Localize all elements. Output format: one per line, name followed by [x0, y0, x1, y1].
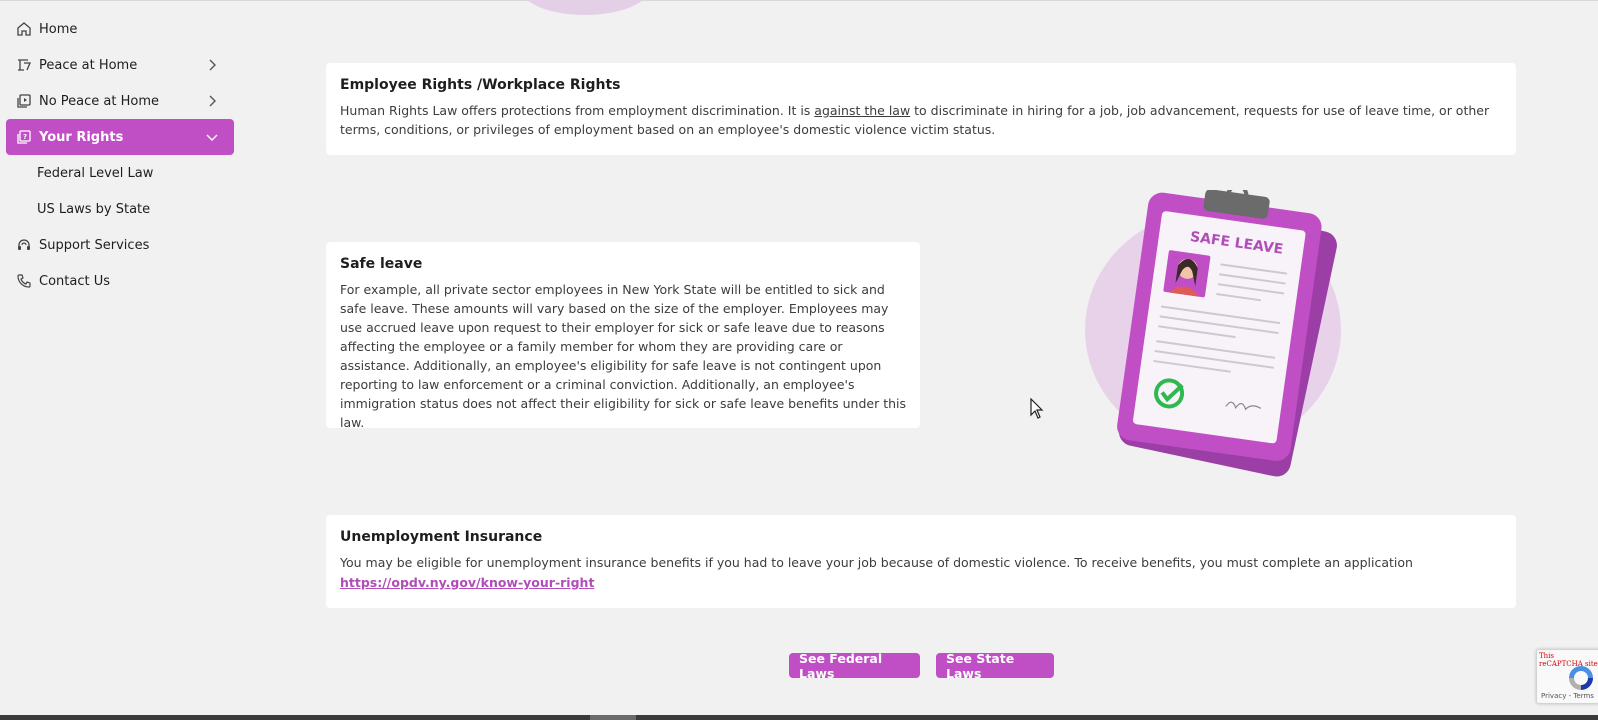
sidebar-item-us-laws-by-state[interactable]: US Laws by State [0, 191, 240, 227]
section-title: Safe leave [340, 256, 423, 272]
sidebar: Home Peace at Home No Peace at Home ? Yo… [0, 11, 240, 299]
peace-icon [15, 56, 33, 74]
sidebar-item-no-peace-at-home[interactable]: No Peace at Home [0, 83, 240, 119]
section-text: You may be eligible for unemployment ins… [340, 555, 1413, 570]
sidebar-item-label: US Laws by State [37, 201, 151, 217]
media-icon [15, 92, 33, 110]
see-federal-laws-button[interactable]: See Federal Laws [789, 651, 920, 681]
sidebar-item-federal-level-law[interactable]: Federal Level Law [0, 155, 240, 191]
sidebar-item-label: No Peace at Home [39, 93, 160, 109]
against-the-law-link[interactable]: against the law [814, 103, 910, 118]
recaptcha-terms[interactable]: Privacy - Terms [1541, 692, 1594, 700]
phone-icon [15, 272, 33, 290]
opdv-link[interactable]: https://opdv.ny.gov/know-your-right [340, 575, 594, 590]
sidebar-item-label: Home [39, 21, 78, 37]
sidebar-item-label: Federal Level Law [37, 165, 154, 181]
employee-rights-card: Employee Rights /Workplace Rights Human … [326, 63, 1516, 155]
section-text: For example, all private sector employee… [340, 282, 907, 430]
horizontal-scrollbar[interactable] [0, 715, 1598, 720]
see-state-laws-button[interactable]: See State Laws [936, 651, 1054, 681]
chevron-down-icon[interactable] [204, 129, 220, 145]
mouse-cursor-icon [1030, 398, 1044, 419]
sidebar-item-peace-at-home[interactable]: Peace at Home [0, 47, 240, 83]
chevron-right-icon[interactable] [204, 57, 220, 73]
section-title: Employee Rights /Workplace Rights [340, 77, 621, 93]
sidebar-item-label: Support Services [39, 237, 150, 253]
decorative-blob [520, 0, 650, 15]
headset-icon [15, 236, 33, 254]
safe-leave-card: Safe leave For example, all private sect… [326, 242, 920, 430]
sidebar-item-label: Peace at Home [39, 57, 138, 73]
sidebar-item-label: Your Rights [39, 129, 124, 145]
home-icon [15, 20, 33, 38]
rights-icon: ? [15, 128, 33, 146]
top-divider [0, 0, 1598, 1]
sidebar-item-label: Contact Us [39, 273, 110, 289]
svg-text:?: ? [23, 133, 27, 141]
chevron-right-icon[interactable] [204, 93, 220, 109]
unemployment-card: Unemployment Insurance You may be eligib… [326, 515, 1516, 608]
sidebar-item-your-rights[interactable]: ? Your Rights [6, 119, 234, 155]
scrollbar-thumb[interactable] [590, 715, 636, 720]
text-segment: Human Rights Law offers protections from… [340, 103, 815, 118]
safe-leave-illustration: SAFE LEAVE [1085, 184, 1355, 480]
section-title: Unemployment Insurance [340, 529, 543, 545]
recaptcha-badge[interactable]: This reCAPTCHA site ... you a Privacy - … [1536, 649, 1598, 704]
recaptcha-logo-icon [1569, 666, 1593, 690]
sidebar-item-support-services[interactable]: Support Services [0, 227, 240, 263]
sidebar-item-home[interactable]: Home [0, 11, 240, 47]
sidebar-item-contact-us[interactable]: Contact Us [0, 263, 240, 299]
section-text: Human Rights Law offers protections from… [340, 101, 1502, 139]
